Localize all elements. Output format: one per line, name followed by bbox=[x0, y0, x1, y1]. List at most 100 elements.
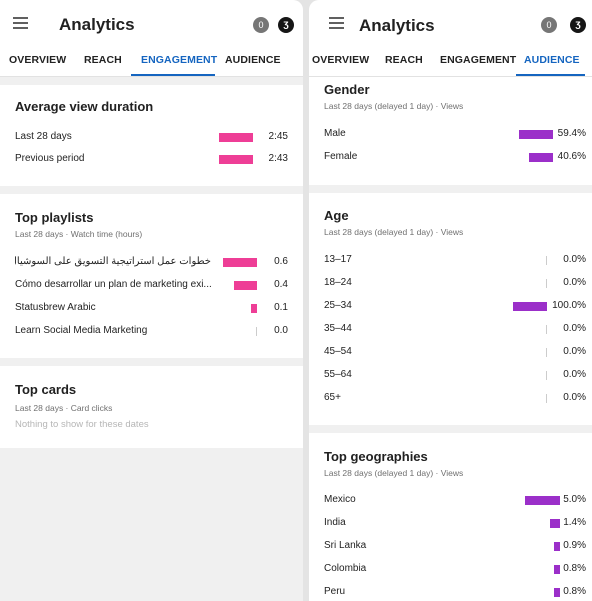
row-label: Peru bbox=[324, 586, 346, 597]
row-label: 13–17 bbox=[324, 254, 352, 265]
age-row: 55–64 0.0% bbox=[324, 369, 586, 383]
value-bar bbox=[546, 371, 547, 380]
notification-badge[interactable]: 0 bbox=[541, 17, 557, 33]
row-label: Colombia bbox=[324, 563, 367, 574]
avatar[interactable]: ʒ bbox=[278, 17, 294, 33]
tab-overview[interactable]: OVERVIEW bbox=[312, 54, 369, 66]
tab-reach[interactable]: REACH bbox=[385, 54, 423, 66]
tab-bar: OVERVIEW REACH ENGAGEMENT AUDIENCE bbox=[309, 44, 592, 77]
row-value: 0.8% bbox=[563, 563, 586, 574]
row-label: Sri Lanka bbox=[324, 540, 367, 551]
row-label: Female bbox=[324, 151, 358, 162]
value-bar bbox=[546, 279, 547, 288]
row-value: 0.9% bbox=[563, 540, 586, 551]
row-label: Learn Social Media Marketing bbox=[15, 325, 148, 336]
value-bar bbox=[219, 155, 253, 164]
empty-state-text: Nothing to show for these dates bbox=[15, 419, 149, 430]
avatar[interactable]: ʒ bbox=[570, 17, 586, 33]
card-title: Top cards bbox=[15, 382, 77, 397]
row-label: Statusbrew Arabic bbox=[15, 302, 96, 313]
active-tab-indicator bbox=[516, 74, 585, 76]
playlist-row: Statusbrew Arabic 0.1 bbox=[15, 302, 288, 316]
card-subtitle: Last 28 days · Watch time (hours) bbox=[15, 229, 143, 239]
left-analytics-screen: Analytics 0 ʒ OVERVIEW REACH ENGAGEMENT … bbox=[0, 0, 303, 601]
average-view-duration-card: Average view duration Last 28 days 2:45 Pr… bbox=[0, 85, 303, 186]
row-value: 0.0% bbox=[563, 346, 586, 357]
notification-badge[interactable]: 0 bbox=[253, 17, 269, 33]
row-label: 18–24 bbox=[324, 277, 352, 288]
row-value: 59.4% bbox=[557, 128, 586, 139]
playlist-row: Learn Social Media Marketing 0.0 bbox=[15, 325, 288, 339]
age-row: 13–17 0.0% bbox=[324, 254, 586, 268]
app-title: Analytics bbox=[359, 16, 435, 35]
tab-reach[interactable]: REACH bbox=[84, 54, 122, 66]
metric-row: Previous period 2:43 bbox=[15, 153, 288, 167]
row-label: Cómo desarrollar un plan de marketing ex… bbox=[15, 279, 211, 290]
tab-audience[interactable]: AUDIENCE bbox=[524, 54, 580, 66]
card-subtitle: Last 28 days (delayed 1 day) · Views bbox=[324, 468, 464, 478]
geography-row: Mexico 5.0% bbox=[324, 494, 586, 508]
row-label: 45–54 bbox=[324, 346, 352, 357]
card-title: Average view duration bbox=[15, 99, 154, 114]
row-label: 25–34 bbox=[324, 300, 352, 311]
value-bar bbox=[251, 304, 257, 313]
geography-row: India 1.4% bbox=[324, 517, 586, 531]
row-value: 0.0% bbox=[563, 369, 586, 380]
row-label: Last 28 days bbox=[15, 131, 72, 142]
tab-engagement[interactable]: ENGAGEMENT bbox=[440, 54, 516, 66]
value-bar bbox=[546, 394, 547, 403]
tab-overview[interactable]: OVERVIEW bbox=[9, 54, 66, 66]
active-tab-indicator bbox=[131, 74, 215, 76]
row-label: Previous period bbox=[15, 153, 85, 164]
card-title: Age bbox=[324, 208, 349, 223]
card-subtitle: Last 28 days (delayed 1 day) · Views bbox=[324, 227, 464, 237]
age-card: Age Last 28 days (delayed 1 day) · Views… bbox=[309, 193, 592, 425]
card-title: Gender bbox=[324, 82, 370, 97]
row-label: 35–44 bbox=[324, 323, 352, 334]
right-analytics-screen: Analytics 0 ʒ OVERVIEW REACH ENGAGEMENT … bbox=[309, 0, 592, 601]
value-bar bbox=[234, 281, 257, 290]
age-row: 25–34 100.0% bbox=[324, 300, 586, 314]
metric-row: Last 28 days 2:45 bbox=[15, 131, 288, 145]
menu-icon[interactable] bbox=[13, 17, 28, 29]
gender-row: Male 59.4% bbox=[324, 128, 586, 142]
age-row: 65+ 0.0% bbox=[324, 392, 586, 406]
geography-row: Peru 0.8% bbox=[324, 586, 586, 600]
value-bar bbox=[550, 519, 560, 528]
row-value: 0.1 bbox=[274, 302, 288, 313]
row-value: 0.6 bbox=[274, 256, 288, 267]
value-bar bbox=[546, 256, 547, 265]
top-geographies-card: Top geographies Last 28 days (delayed 1 … bbox=[309, 433, 592, 601]
value-bar bbox=[554, 588, 560, 597]
row-value: 100.0% bbox=[552, 300, 586, 311]
tab-bar: OVERVIEW REACH ENGAGEMENT AUDIENCE bbox=[0, 44, 303, 77]
gender-row: Female 40.6% bbox=[324, 151, 586, 165]
playlist-row: خطوات عمل استراتيجية التسويق على السوشيا… bbox=[15, 256, 288, 270]
value-bar bbox=[554, 565, 560, 574]
value-bar bbox=[529, 153, 553, 162]
gender-card: Gender Last 28 days (delayed 1 day) · Vi… bbox=[309, 77, 592, 185]
playlist-row: Cómo desarrollar un plan de marketing ex… bbox=[15, 279, 288, 293]
row-label: Male bbox=[324, 128, 346, 139]
row-label: Mexico bbox=[324, 494, 356, 505]
value-bar bbox=[546, 348, 547, 357]
row-value: 0.0% bbox=[563, 392, 586, 403]
tab-engagement[interactable]: ENGAGEMENT bbox=[141, 54, 217, 66]
row-value: 2:45 bbox=[268, 131, 288, 142]
geography-row: Sri Lanka 0.9% bbox=[324, 540, 586, 554]
card-subtitle: Last 28 days (delayed 1 day) · Views bbox=[324, 101, 464, 111]
geography-row: Colombia 0.8% bbox=[324, 563, 586, 577]
row-value: 5.0% bbox=[563, 494, 586, 505]
age-row: 35–44 0.0% bbox=[324, 323, 586, 337]
value-bar bbox=[525, 496, 560, 505]
value-bar bbox=[554, 542, 560, 551]
value-bar bbox=[546, 325, 547, 334]
top-cards-card: Top cards Last 28 days · Card clicks Not… bbox=[0, 366, 303, 448]
row-value: 2:43 bbox=[268, 153, 288, 164]
tab-audience[interactable]: AUDIENCE bbox=[225, 54, 281, 66]
row-label: 55–64 bbox=[324, 369, 352, 380]
app-bar: Analytics 0 ʒ bbox=[309, 0, 592, 44]
value-bar bbox=[513, 302, 547, 311]
row-label: India bbox=[324, 517, 346, 528]
menu-icon[interactable] bbox=[329, 17, 344, 29]
